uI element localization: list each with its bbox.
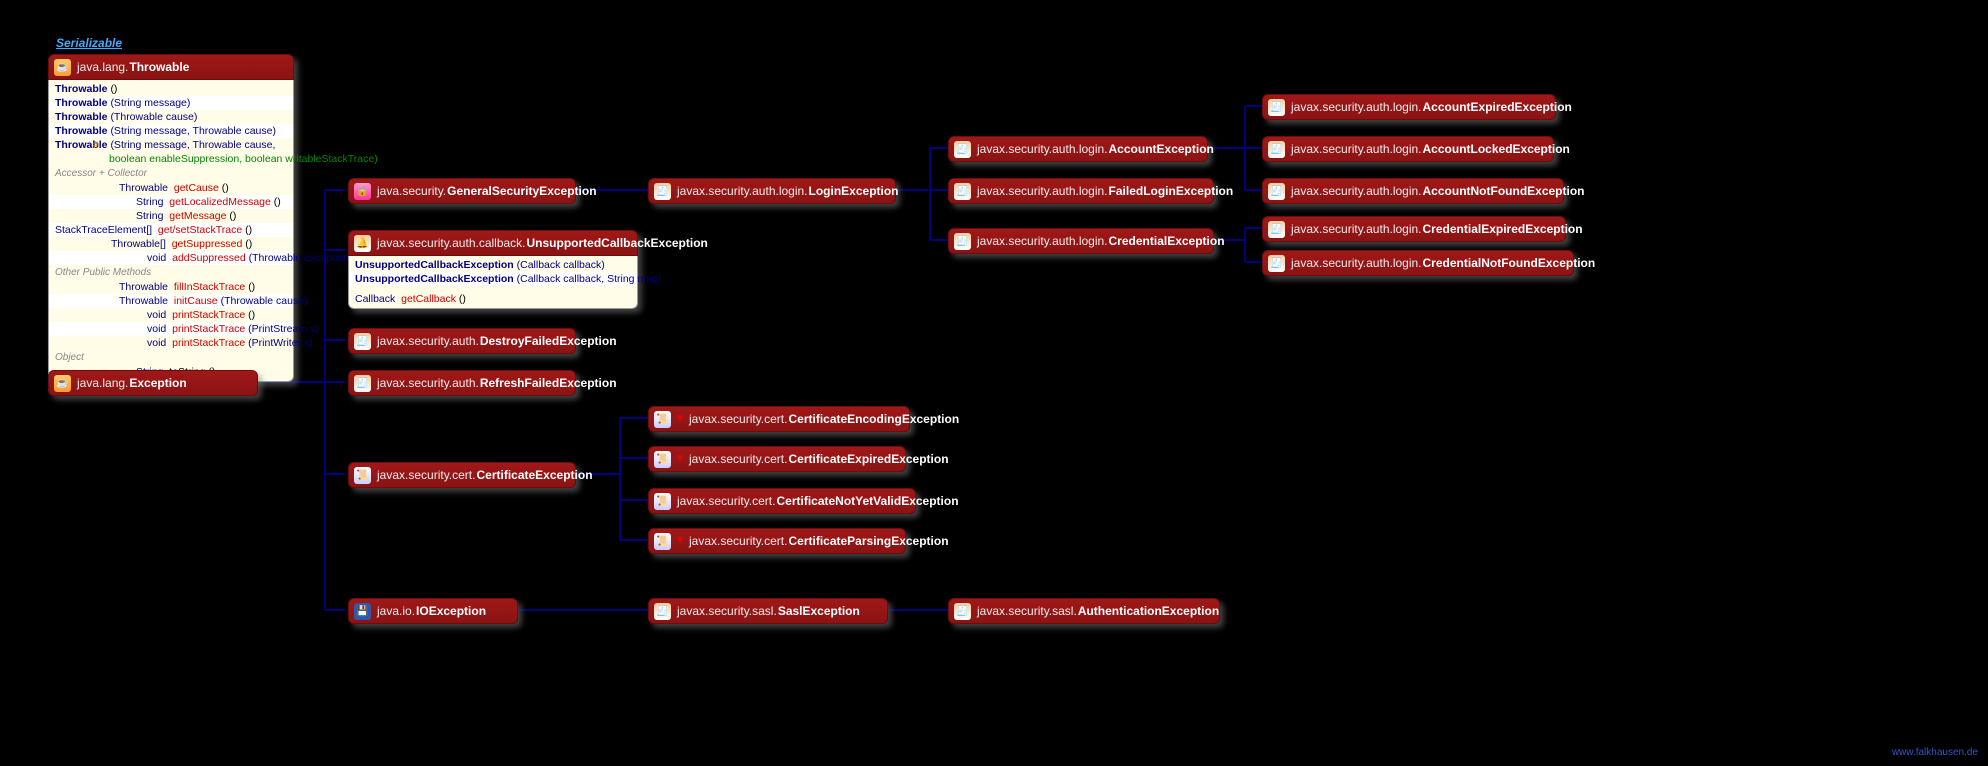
class-credExp[interactable]: 🧾 javax.security.auth.login.CredentialEx… <box>1262 216 1566 242</box>
class-throwable: ☕ java.lang.Throwable Throwable () Throw… <box>48 54 294 382</box>
class-header[interactable]: ☕ java.lang.Throwable <box>48 54 294 80</box>
class-credNF[interactable]: 🧾 javax.security.auth.login.CredentialNo… <box>1262 250 1574 276</box>
class-cert[interactable]: 📜 javax.security.cert.CertificateExcepti… <box>348 462 576 488</box>
class-gse[interactable]: 🔒 java.security.GeneralSecurityException <box>348 178 576 204</box>
cert-icon: 📜 <box>354 467 371 484</box>
class-sasla[interactable]: 🧾 javax.security.sasl.AuthenticationExce… <box>948 598 1220 624</box>
log-icon: 🧾 <box>654 603 671 620</box>
class-failed[interactable]: 🧾 javax.security.auth.login.FailedLoginE… <box>948 178 1214 204</box>
abstract-icon: ▼ <box>675 453 685 464</box>
disk-icon: 💾 <box>354 603 371 620</box>
class-acct[interactable]: 🧾 javax.security.auth.login.AccountExcep… <box>948 136 1208 162</box>
log-icon: 🧾 <box>354 375 371 392</box>
class-certParse[interactable]: 📜 ▼ javax.security.cert.CertificateParsi… <box>648 528 906 554</box>
cert-icon: 📜 <box>654 533 671 550</box>
log-icon: 🧾 <box>954 603 971 620</box>
class-certExp[interactable]: 📜 ▼ javax.security.cert.CertificateExpir… <box>648 446 906 472</box>
lock-icon: 🔒 <box>354 183 371 200</box>
java-cup-icon: ☕ <box>54 59 71 76</box>
class-sasl[interactable]: 🧾 javax.security.sasl.SaslException <box>648 598 888 624</box>
abstract-icon: ▼ <box>675 535 685 546</box>
serializable-link[interactable]: Serializable <box>56 36 122 50</box>
class-exception[interactable]: ☕ java.lang.Exception <box>48 370 258 396</box>
cert-icon: 📜 <box>654 493 671 510</box>
class-certEnc[interactable]: 📜 ▼ javax.security.cert.CertificateEncod… <box>648 406 910 432</box>
log-icon: 🧾 <box>354 333 371 350</box>
credit-link[interactable]: www.falkhausen.de <box>1892 747 1978 758</box>
log-icon: 🧾 <box>954 233 971 250</box>
log-icon: 🧾 <box>654 183 671 200</box>
class-acctExp[interactable]: 🧾 javax.security.auth.login.AccountExpir… <box>1262 94 1556 120</box>
class-acctLock[interactable]: 🧾 javax.security.auth.login.AccountLocke… <box>1262 136 1554 162</box>
log-icon: 🧾 <box>954 141 971 158</box>
class-io[interactable]: 💾 java.io.IOException <box>348 598 518 624</box>
class-cred[interactable]: 🧾 javax.security.auth.login.CredentialEx… <box>948 228 1214 254</box>
class-refresh[interactable]: 🧾 javax.security.auth.RefreshFailedExcep… <box>348 370 576 396</box>
class-body: Throwable () Throwable (String message) … <box>48 80 294 382</box>
cert-icon: 📜 <box>654 411 671 428</box>
connector-lines <box>0 0 1988 766</box>
log-icon: 🧾 <box>1268 99 1285 116</box>
log-icon: 🧾 <box>954 183 971 200</box>
class-login[interactable]: 🧾 javax.security.auth.login.LoginExcepti… <box>648 178 896 204</box>
log-icon: 🧾 <box>1268 183 1285 200</box>
class-certNYV[interactable]: 📜 javax.security.cert.CertificateNotYetV… <box>648 488 916 514</box>
log-icon: 🔔 <box>354 235 371 252</box>
class-acctNF[interactable]: 🧾 javax.security.auth.login.AccountNotFo… <box>1262 178 1564 204</box>
abstract-icon: ▼ <box>675 413 685 424</box>
class-unsupported-callback: 🔔 javax.security.auth.callback.Unsupport… <box>348 230 638 309</box>
java-cup-icon: ☕ <box>54 375 71 392</box>
class-destroy[interactable]: 🧾 javax.security.auth.DestroyFailedExcep… <box>348 328 576 354</box>
log-icon: 🧾 <box>1268 221 1285 238</box>
log-icon: 🧾 <box>1268 255 1285 272</box>
log-icon: 🧾 <box>1268 141 1285 158</box>
cert-icon: 📜 <box>654 451 671 468</box>
